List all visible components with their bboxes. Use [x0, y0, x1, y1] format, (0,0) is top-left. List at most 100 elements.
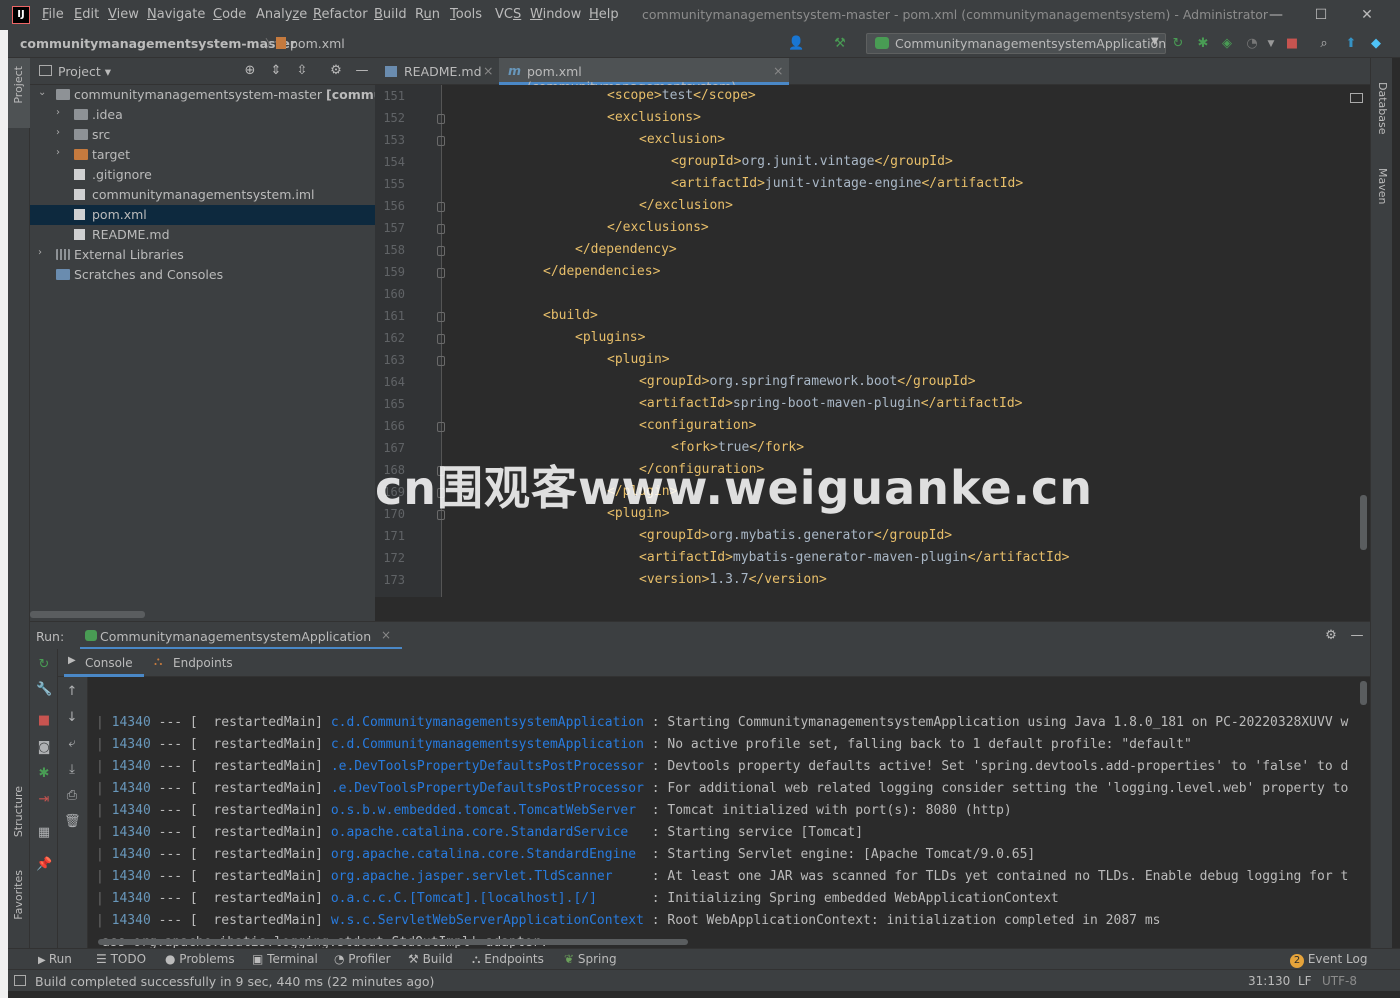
close-icon[interactable]: ✕ — [1357, 5, 1377, 25]
file-encoding[interactable]: UTF-8 — [1322, 974, 1357, 988]
code-editor[interactable]: 151 152 153 154 155 156 157 158 159 160 161 162 163 1… — [375, 85, 1370, 597]
menu-item[interactable]: Help — [589, 7, 619, 22]
horizontal-scrollbar[interactable] — [30, 611, 145, 618]
tab-console[interactable]: ▶ Console — [64, 649, 144, 677]
hide-panel-icon[interactable]: — — [354, 63, 370, 79]
debug-icon[interactable]: ✱ — [1195, 36, 1211, 52]
tree-item[interactable]: communitymanagementsystem.iml — [30, 185, 375, 205]
scroll-to-end-icon[interactable]: ⤓ — [64, 762, 80, 778]
jetbrains-toolbox-icon[interactable]: ◆ — [1368, 36, 1384, 52]
tree-item[interactable]: README.md — [30, 225, 375, 245]
tree-item[interactable]: › External Libraries — [30, 245, 375, 265]
tree-item[interactable]: › src — [30, 125, 375, 145]
chevron-down-icon[interactable]: ⌄ — [38, 87, 46, 98]
stop-icon[interactable]: ■ — [1284, 36, 1300, 52]
pin-icon[interactable]: 📌 — [36, 857, 52, 873]
editor-scrollbar[interactable] — [1360, 495, 1367, 550]
database-tool-button[interactable]: Database — [1376, 82, 1389, 135]
bug-icon[interactable]: ✱ — [36, 766, 52, 782]
bottom-tab-terminal[interactable]: ▣ Terminal — [252, 952, 318, 966]
menu-item[interactable]: Edit — [74, 7, 99, 22]
tool-windows-icon[interactable] — [14, 975, 26, 986]
coverage-icon[interactable]: ◈ — [1219, 36, 1235, 52]
tree-item[interactable]: pom.xml — [30, 205, 375, 225]
tab-endpoints[interactable]: ⛬ Endpoints — [150, 649, 240, 677]
bottom-tab-profiler[interactable]: ◔ Profiler — [334, 952, 391, 966]
tab-close-icon[interactable]: × — [773, 63, 783, 78]
menu-item[interactable]: View — [108, 7, 139, 22]
tree-item[interactable]: › .idea — [30, 105, 375, 125]
rerun-icon[interactable]: ↻ — [36, 657, 52, 673]
structure-tool-button[interactable]: Structure — [12, 786, 25, 837]
menu-item[interactable]: Analyze — [256, 7, 307, 22]
console-output[interactable]: | 14340 --- [ restartedMain] c.d.Communi… — [88, 677, 1370, 948]
console-scrollbar[interactable] — [1360, 681, 1367, 705]
project-tool-button[interactable]: Project — [8, 58, 30, 128]
bottom-tab-build[interactable]: ⚒ Build — [408, 952, 453, 966]
collapse-all-icon[interactable]: ⇳ — [294, 63, 310, 79]
console-horizontal-scrollbar[interactable] — [98, 939, 688, 945]
run-tab-application[interactable]: CommunitymanagementsystemApplication × — [80, 622, 402, 650]
tree-item[interactable]: ⌄ communitymanagementsystem-master [commu… — [30, 85, 375, 105]
status-message[interactable]: Build completed successfully in 9 sec, 4… — [35, 974, 434, 989]
trash-icon[interactable]: 🗑 — [64, 814, 81, 830]
tab-pom-xml[interactable]: m pom.xml (communitymanagementsystem) × — [499, 58, 789, 94]
line-separator[interactable]: LF — [1298, 974, 1312, 988]
bottom-tab-spring[interactable]: ❦ Spring — [564, 952, 617, 966]
more-run-chevron-icon[interactable]: ▼ — [1263, 36, 1279, 52]
menu-item[interactable]: Tools — [450, 7, 482, 22]
chevron-right-icon[interactable]: › — [56, 107, 60, 118]
menu-item[interactable]: Code — [213, 7, 246, 22]
event-log-button[interactable]: 2 Event Log — [1290, 952, 1367, 968]
search-icon[interactable]: ⌕ — [1316, 36, 1332, 52]
breadcrumb-file[interactable]: pom.xml — [276, 36, 345, 51]
run-configuration-dropdown[interactable]: CommunitymanagementsystemApplication ▼ — [866, 33, 1166, 54]
exit-icon[interactable]: ⇥ — [36, 792, 52, 808]
maximize-icon[interactable]: ☐ — [1311, 5, 1331, 25]
scroll-down-icon[interactable]: ↓ — [64, 710, 80, 726]
code-area[interactable]: <scope>test</scope> <exclusions> <exclusio… — [375, 85, 1370, 597]
gear-icon[interactable]: ⚙ — [328, 63, 344, 79]
scroll-up-icon[interactable]: ↑ — [64, 684, 80, 700]
stop-icon[interactable]: ■ — [36, 713, 52, 729]
tab-close-icon[interactable]: × — [483, 63, 493, 78]
bottom-tab-endpoints[interactable]: ⛬ Endpoints — [472, 952, 544, 967]
minimize-icon[interactable]: — — [1266, 5, 1286, 25]
tree-item[interactable]: Scratches and Consoles — [30, 265, 375, 285]
user-icon[interactable]: 👤 — [788, 36, 804, 52]
bottom-tab-problems[interactable]: ● Problems — [165, 952, 235, 966]
tree-item[interactable]: › target — [30, 145, 375, 165]
chevron-right-icon[interactable]: › — [38, 247, 42, 258]
menu-item[interactable]: File — [42, 7, 64, 22]
tree-item[interactable]: .gitignore — [30, 165, 375, 185]
menu-item[interactable]: Run — [415, 7, 440, 22]
reader-mode-icon[interactable] — [1350, 93, 1363, 103]
chevron-right-icon[interactable]: › — [56, 127, 60, 138]
expand-all-icon[interactable]: ⇕ — [268, 63, 284, 79]
rerun-icon[interactable]: ↻ — [1170, 36, 1186, 52]
menu-item[interactable]: Window — [530, 7, 581, 22]
soft-wrap-icon[interactable]: ⤶ — [64, 736, 80, 752]
intellij-logo-icon[interactable]: IJ — [12, 6, 30, 24]
tab-readme[interactable]: README.md × — [375, 58, 499, 85]
wrench-icon[interactable]: 🔧 — [36, 682, 52, 698]
menu-item[interactable]: VCS — [495, 7, 521, 22]
project-view-selector[interactable]: Project ▾ — [58, 64, 111, 79]
layout-icon[interactable]: ▦ — [36, 825, 52, 841]
locate-file-icon[interactable]: ⊕ — [242, 63, 258, 79]
camera-icon[interactable]: ◙ — [36, 740, 52, 756]
print-icon[interactable]: ⎙ — [64, 788, 80, 804]
build-hammer-icon[interactable]: ⚒ — [832, 36, 848, 52]
profiler-icon[interactable]: ◔ — [1244, 36, 1260, 52]
bottom-tab-run[interactable]: ▶ Run — [38, 952, 72, 966]
breadcrumb-project[interactable]: communitymanagementsystem-master — [20, 36, 296, 51]
menu-item[interactable]: Navigate — [147, 7, 205, 22]
chevron-right-icon[interactable]: › — [56, 147, 60, 158]
bottom-tab-todo[interactable]: ☰ TODO — [96, 952, 146, 966]
menu-item[interactable]: Refactor — [313, 7, 368, 22]
gear-icon[interactable]: ⚙ — [1323, 628, 1339, 644]
menu-item[interactable]: Build — [374, 7, 407, 22]
tab-close-icon[interactable]: × — [381, 628, 391, 642]
caret-position[interactable]: 31:130 — [1248, 974, 1290, 988]
hide-panel-icon[interactable]: — — [1349, 628, 1365, 644]
